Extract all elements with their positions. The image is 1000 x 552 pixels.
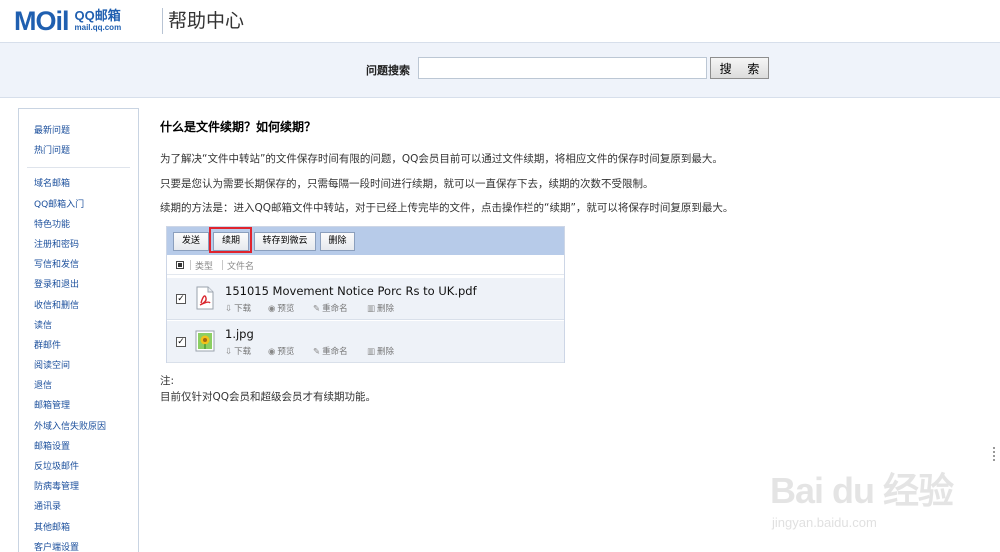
trash-icon: ▥	[367, 304, 376, 314]
save-to-weiyun-button[interactable]: 转存到微云	[254, 232, 316, 251]
pencil-icon: ✎	[313, 347, 321, 357]
article-title: 什么是文件续期？如何续期？	[160, 120, 317, 134]
sidebar-item-domain-mail[interactable]: 域名邮箱	[19, 174, 138, 194]
image-icon	[195, 330, 215, 352]
delete-link[interactable]: ▥ 删除	[367, 302, 394, 314]
sidebar-item-anti-spam[interactable]: 反垃圾邮件	[19, 457, 138, 477]
page-header: MOil QQ邮箱 mail.qq.com 帮助中心	[0, 0, 1000, 42]
search-input[interactable]	[418, 57, 707, 79]
pencil-icon: ✎	[313, 304, 321, 314]
preview-link[interactable]: ◉ 预览	[268, 345, 294, 357]
preview-link[interactable]: ◉ 预览	[268, 302, 294, 314]
watermark-url: jingyan.baidu.com	[772, 515, 877, 530]
rename-link[interactable]: ✎ 重命名	[313, 302, 348, 314]
file-name[interactable]: 1.jpg	[225, 327, 254, 341]
column-type: 类型	[195, 262, 214, 272]
sidebar-item-group-mail[interactable]: 群邮件	[19, 336, 138, 356]
download-link[interactable]: ⇩ 下载	[225, 345, 251, 357]
sidebar-item-mailbox-settings[interactable]: 邮箱设置	[19, 437, 138, 457]
file-name[interactable]: 151015 Movement Notice Porc Rs to UK.pdf	[225, 284, 477, 298]
column-filename: 文件名	[227, 262, 255, 272]
sidebar-item-latest[interactable]: 最新问题	[19, 121, 138, 141]
select-all-checkbox[interactable]	[176, 261, 184, 269]
file-checkbox[interactable]: ✓	[176, 294, 186, 304]
sidebar-item-read[interactable]: 读信	[19, 316, 138, 336]
search-bar: 问题搜索 搜 索	[0, 42, 1000, 98]
sidebar-item-reading-space[interactable]: 阅读空间	[19, 356, 138, 376]
sidebar-item-bounce[interactable]: 退信	[19, 376, 138, 396]
rename-link[interactable]: ✎ 重命名	[313, 345, 348, 357]
sidebar-item-anti-virus[interactable]: 防病毒管理	[19, 477, 138, 497]
trash-icon: ▥	[367, 347, 376, 357]
sidebar-group-categories: 域名邮箱 QQ邮箱入门 特色功能 注册和密码 写信和发信 登录和退出 收信和删信…	[19, 174, 138, 552]
sidebar-item-receive-delete[interactable]: 收信和删信	[19, 296, 138, 316]
logo-domain-text: mail.qq.com	[74, 23, 122, 32]
search-button[interactable]: 搜 索	[710, 57, 769, 79]
note-label: 注:	[160, 375, 175, 387]
sidebar-item-register-password[interactable]: 注册和密码	[19, 235, 138, 255]
page-title: 帮助中心	[168, 10, 245, 32]
download-icon: ⇩	[225, 347, 233, 357]
sidebar-item-login-logout[interactable]: 登录和退出	[19, 275, 138, 295]
note-text: 目前仅针对QQ会员和超级会员才有续期功能。	[160, 391, 377, 403]
download-icon: ⇩	[225, 304, 233, 314]
pdf-icon	[196, 286, 214, 310]
delete-button[interactable]: 删除	[320, 232, 355, 251]
search-label: 问题搜索	[366, 64, 410, 77]
download-link[interactable]: ⇩ 下载	[225, 302, 251, 314]
file-row[interactable]: ✓ 151015 Movement Notice Porc Rs to UK.p…	[167, 278, 564, 320]
sidebar-item-getting-started[interactable]: QQ邮箱入门	[19, 195, 138, 215]
page-root: MOil QQ邮箱 mail.qq.com 帮助中心 问题搜索 搜 索 最新问题…	[0, 0, 1000, 552]
sidebar-item-mailbox-manage[interactable]: 邮箱管理	[19, 396, 138, 416]
logo-qq-text: QQ邮箱	[74, 8, 121, 23]
sidebar: 最新问题 热门问题 域名邮箱 QQ邮箱入门 特色功能 注册和密码 写信和发信 登…	[18, 108, 139, 552]
article-paragraph: 为了解决“文件中转站”的文件保存时间有限的问题，QQ会员目前可以通过文件续期，将…	[160, 153, 723, 165]
renew-highlight-box	[209, 227, 252, 253]
watermark-brand: Bai du 经验	[770, 470, 954, 511]
baidu-jingyan-watermark: Bai du 经验 jingyan.baidu.com	[760, 440, 990, 550]
eye-icon: ◉	[268, 304, 276, 314]
sidebar-item-external-failure[interactable]: 外域入信失败原因	[19, 417, 138, 437]
qq-mail-logo[interactable]: MOil QQ邮箱 mail.qq.com	[14, 6, 121, 36]
sidebar-item-client-settings[interactable]: 客户端设置	[19, 538, 138, 552]
article-paragraph: 只要是您认为需要长期保存的，只需每隔一段时间进行续期，就可以一直保存下去，续期的…	[160, 178, 654, 190]
scroll-grip[interactable]	[993, 447, 997, 461]
file-row[interactable]: ✓ 1.jpg ⇩ 下载 ◉ 预览 ✎ 重命名 ▥ 删除	[167, 321, 564, 363]
send-button[interactable]: 发送	[173, 232, 209, 251]
file-list-header: 类型 文件名	[167, 255, 564, 275]
delete-link[interactable]: ▥ 删除	[367, 345, 394, 357]
sidebar-item-features[interactable]: 特色功能	[19, 215, 138, 235]
sidebar-divider	[27, 167, 130, 169]
sidebar-group-top: 最新问题 热门问题	[19, 109, 138, 161]
file-checkbox[interactable]: ✓	[176, 337, 186, 347]
sidebar-item-hot[interactable]: 热门问题	[19, 141, 138, 161]
sidebar-item-compose-send[interactable]: 写信和发信	[19, 255, 138, 275]
sidebar-item-contacts[interactable]: 通讯录	[19, 497, 138, 517]
article-paragraph: 续期的方法是：进入QQ邮箱文件中转站，对于已经上传完毕的文件，点击操作栏的“续期…	[160, 202, 734, 214]
sidebar-item-other-mailbox[interactable]: 其他邮箱	[19, 518, 138, 538]
eye-icon: ◉	[268, 347, 276, 357]
header-divider	[162, 8, 163, 34]
logo-mail-word: MOil	[14, 6, 69, 36]
